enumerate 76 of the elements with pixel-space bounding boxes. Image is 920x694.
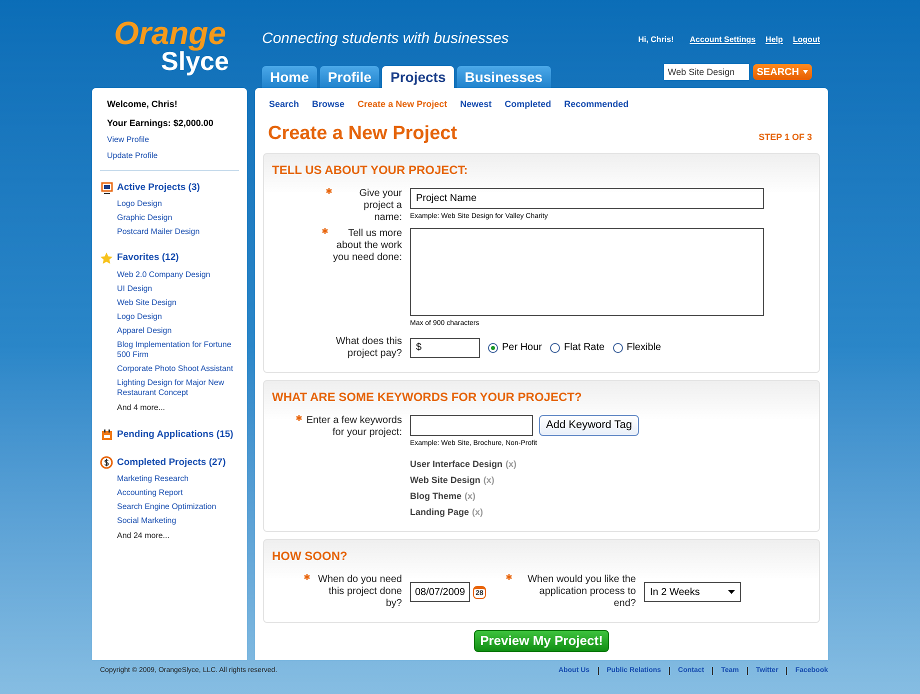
sidebar-section-link[interactable]: Active Projects (3) [117, 181, 200, 196]
field-label: When do you need this project done by? [317, 574, 402, 610]
required-asterisk-icon [506, 574, 512, 580]
monitor-icon [100, 182, 112, 194]
required-asterisk-icon [326, 188, 332, 194]
sidebar-project-link[interactable]: Logo Design [117, 312, 239, 322]
radio-button[interactable] [612, 342, 623, 352]
required-asterisk-icon [322, 228, 328, 234]
subnav-link[interactable]: Browse [312, 98, 345, 112]
caret-down-icon [803, 70, 808, 74]
subnav-link[interactable]: Newest [460, 98, 492, 112]
keyword-tag: User Interface Design [410, 458, 503, 471]
sidebar-project-link[interactable]: Apparel Design [117, 326, 239, 336]
add-keyword-tag-button[interactable]: Add Keyword Tag [539, 414, 640, 436]
sidebar-section-link[interactable]: Completed Projects (27) [117, 456, 226, 470]
section-heading: TELL US ABOUT YOUR PROJECT: [272, 162, 469, 179]
sidebar-project-link[interactable]: Corporate Photo Shoot Assistant [117, 364, 239, 374]
field-label: Tell us more about the work you need done: [332, 228, 402, 264]
sidebar-project-link[interactable]: Logo Design [117, 199, 239, 210]
profile-link[interactable]: View Profile [107, 134, 232, 146]
keyword-tag: Web Site Design [410, 474, 480, 487]
profile-link[interactable]: Update Profile [107, 150, 232, 162]
dollar-coin-icon [100, 456, 113, 470]
header-link[interactable]: Logout [792, 34, 820, 46]
sidebar-section-link[interactable]: Favorites (12) [117, 251, 179, 266]
end-date-dropdown[interactable]: In 2 Weeks [644, 582, 741, 602]
more-link[interactable]: And 24 more... [117, 530, 239, 542]
field-label: Enter a few keywords for your project: [306, 414, 402, 438]
keyword-tag: Landing Page [410, 506, 470, 519]
section-heading: WHAT ARE SOME KEYWORDS FOR YOUR PROJECT? [272, 388, 583, 406]
radio-label: Flexible [626, 341, 662, 355]
required-asterisk-icon [304, 574, 310, 580]
more-link[interactable]: And 4 more... [117, 402, 239, 414]
sidebar-project-link[interactable]: Marketing Research [117, 474, 239, 484]
subnav-link[interactable]: Recommended [564, 98, 629, 112]
sidebar-project-link[interactable]: Postcard Mailer Design [117, 227, 239, 238]
earnings-text: Your Earnings: $2,000.00 [107, 116, 214, 130]
sidebar-project-link[interactable]: Search Engine Optimization [117, 502, 239, 512]
radio-button[interactable] [550, 342, 560, 352]
radio-button[interactable] [488, 342, 498, 352]
section-heading: HOW SOON? [272, 548, 348, 565]
calendar-icon [100, 428, 112, 441]
required-asterisk-icon [296, 414, 302, 420]
radio-label: Per Hour [502, 341, 542, 355]
description-field[interactable] [410, 228, 764, 316]
welcome-text: Welcome, Chris! [107, 98, 178, 111]
caret-down-icon [728, 590, 735, 594]
sidebar-project-link[interactable]: Accounting Report [117, 488, 239, 498]
nav-tab[interactable]: Projects [382, 66, 454, 88]
field-label: Give your project a name: [358, 188, 402, 224]
sidebar-project-link[interactable]: Social Marketing [117, 516, 239, 526]
date-field[interactable]: 08/07/2009 [410, 582, 470, 602]
sidebar-project-link[interactable]: Graphic Design [117, 213, 239, 224]
greeting-text: Hi, Chris! [638, 34, 674, 46]
sidebar-section-link[interactable]: Pending Applications (15) [117, 428, 234, 442]
keyword-field[interactable] [410, 414, 533, 436]
sidebar-project-link[interactable]: Blog Implementation for Fortune 500 Firm [117, 340, 239, 360]
sidebar-project-link[interactable]: Lighting Design for Major New Restaurant Concept [117, 378, 239, 398]
star-icon [100, 252, 113, 265]
project-name-field[interactable]: Project Name [410, 188, 764, 209]
sidebar-project-link[interactable]: Web Site Design [117, 298, 239, 308]
page-title: Create a New Project [268, 122, 458, 146]
field-label: When would you like the application process to end? [526, 574, 636, 610]
subnav-link[interactable]: Completed [504, 98, 552, 112]
header-link[interactable]: Account Settings [690, 34, 756, 46]
sidebar-project-link[interactable]: UI Design [117, 284, 239, 294]
keyword-tag: Blog Theme [410, 490, 462, 503]
header-link[interactable]: Help [766, 34, 783, 46]
subnav-link[interactable]: Search [269, 98, 300, 112]
field-label: What does this project pay? [334, 336, 402, 360]
step-indicator: STEP 1 OF 3 [758, 130, 812, 144]
search-field[interactable]: Web Site Design [664, 64, 749, 80]
radio-label: Flat Rate [564, 341, 605, 355]
pay-field[interactable]: $ [410, 338, 480, 358]
sidebar-project-link[interactable]: Web 2.0 Company Design [117, 270, 239, 280]
tagline: Connecting students with businesses [262, 29, 510, 49]
